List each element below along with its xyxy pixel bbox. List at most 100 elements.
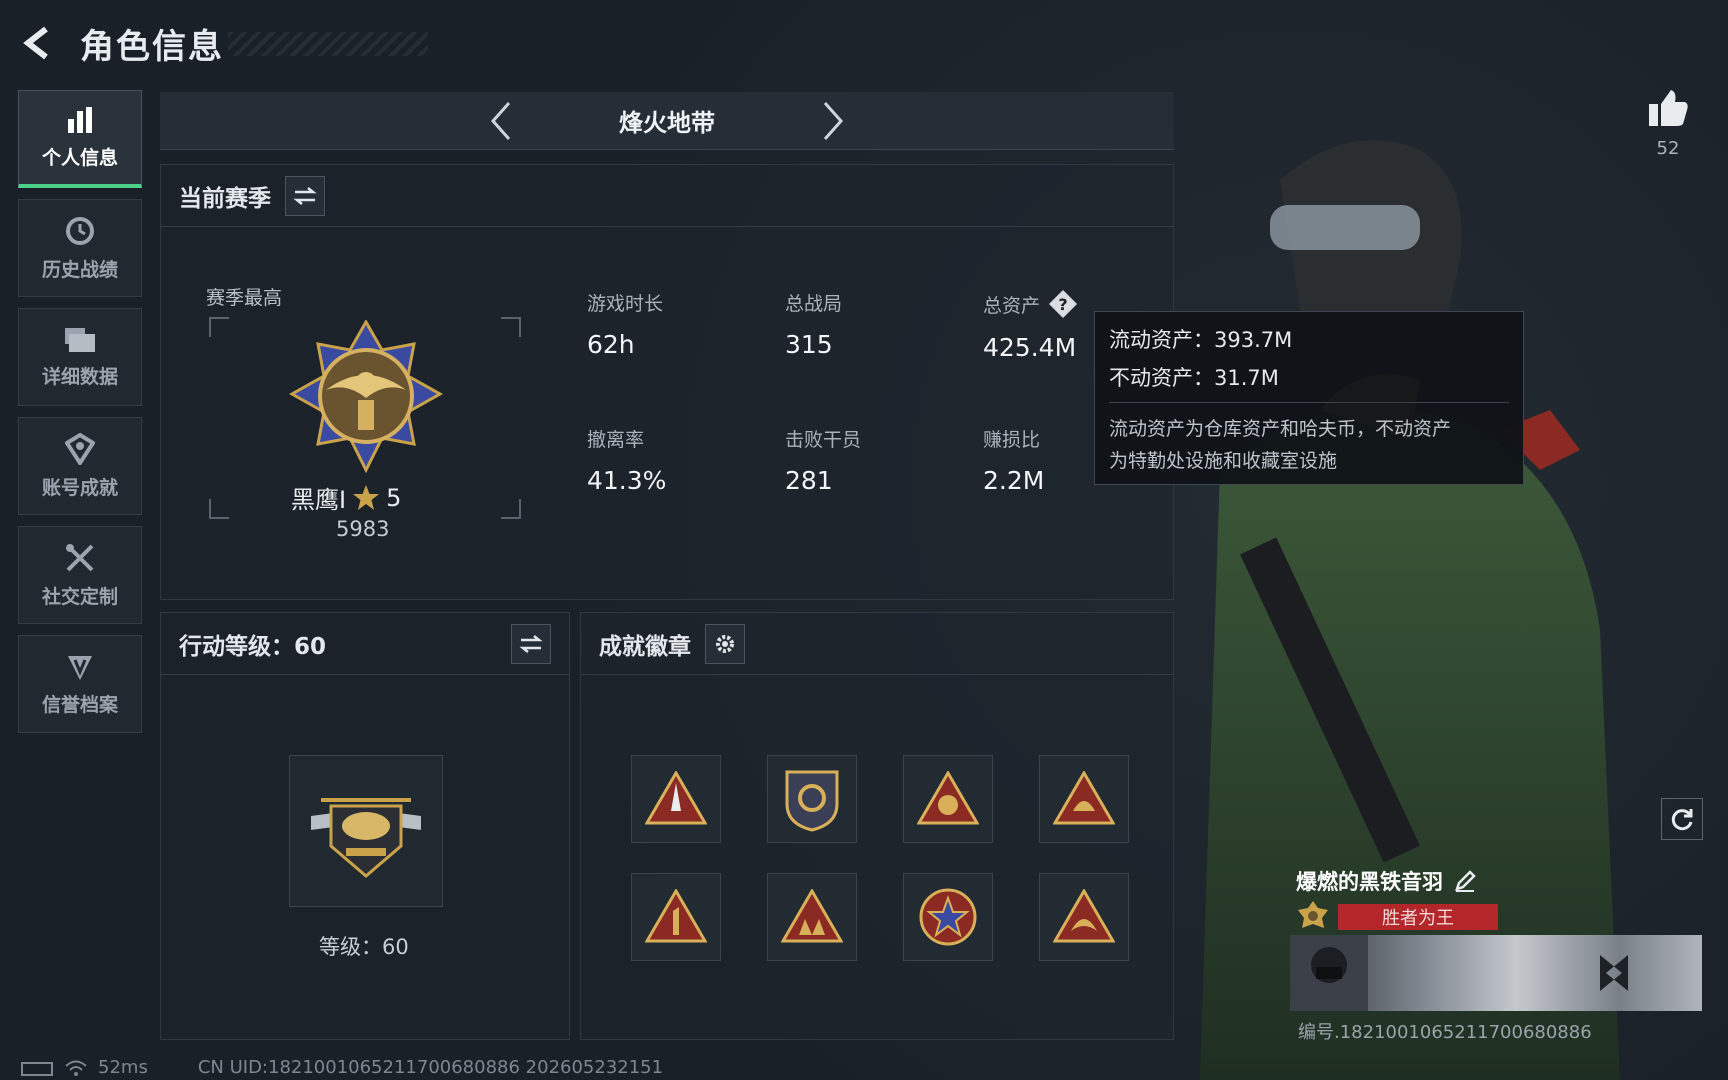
- achievement-icon: [65, 432, 95, 465]
- dragon-badge-icon: [1053, 889, 1115, 943]
- device-icon: [21, 1061, 53, 1076]
- badge-rocket[interactable]: [631, 755, 721, 843]
- badges-settings-button[interactable]: [705, 623, 745, 664]
- nav-item-details[interactable]: 详细数据: [18, 308, 142, 406]
- stat-label: 总资产 ?: [983, 289, 1078, 319]
- tooltip-desc-line1: 流动资产为仓库资产和哈夫币，不动资产: [1109, 418, 1452, 440]
- shield-badge-icon: [785, 770, 839, 832]
- swap-icon: [293, 186, 317, 205]
- switch-season-button[interactable]: [285, 175, 325, 216]
- badge-helmet[interactable]: [1039, 755, 1129, 843]
- ping-text: 52ms: [98, 1057, 148, 1078]
- player-name: 爆燃的黑铁音羽: [1296, 870, 1443, 894]
- help-icon[interactable]: ?: [1048, 289, 1078, 319]
- tooltip-divider: [1109, 402, 1509, 403]
- player-name-row: 爆燃的黑铁音羽: [1296, 866, 1477, 896]
- player-title-row: 胜者为王: [1296, 901, 1498, 932]
- edit-icon[interactable]: [1453, 869, 1477, 893]
- nav-item-label: 社交定制: [41, 585, 118, 608]
- uid-text: CN UID:1821001065211700680886 2026052321…: [197, 1057, 664, 1078]
- stat-value: 41.3%: [587, 466, 667, 495]
- switch-action-button[interactable]: [511, 623, 551, 664]
- nav-item-label: 账号成就: [41, 476, 118, 499]
- stat-extract-rate: 撤离率 41.3%: [587, 425, 666, 495]
- gear-icon: [716, 634, 734, 653]
- nav-item-label: 历史战绩: [41, 258, 118, 281]
- nav-item-credit[interactable]: 信誉档案: [18, 635, 142, 733]
- season-header: 当前赛季: [161, 165, 1173, 227]
- badge-medal[interactable]: [903, 755, 993, 843]
- level-text: 等级：60: [319, 935, 409, 959]
- thumbs-up-icon: [1649, 90, 1688, 126]
- header-decoration: [228, 32, 428, 56]
- stat-label: 赚损比: [983, 429, 1041, 451]
- stat-label-text: 总资产: [983, 294, 1041, 317]
- tools-icon: [66, 543, 94, 571]
- stat-value: 281: [785, 466, 833, 495]
- history-icon: [66, 216, 94, 245]
- like-count: 52: [1656, 138, 1680, 159]
- card-id: 编号.1821001065211700680886: [1298, 1022, 1592, 1043]
- nav-item-label: 详细数据: [41, 365, 118, 388]
- medal-badge-icon: [917, 771, 979, 825]
- mode-selector: 烽火地带: [160, 92, 1174, 150]
- like-button[interactable]: 52: [1640, 88, 1696, 159]
- side-nav: 个人信息 历史战绩 详细数据 账号成就 社交定制 信誉档案: [18, 90, 144, 744]
- rank-name-text: 黑鹰I: [291, 486, 347, 514]
- rotate-model-button[interactable]: [1661, 798, 1703, 840]
- page-header: 角色信息: [18, 18, 428, 68]
- stat-value: 425.4M: [983, 333, 1077, 362]
- action-level-emblem: [289, 755, 443, 907]
- stat-total-assets: 总资产 ? 425.4M: [983, 289, 1078, 362]
- badges-header: 成就徽章: [581, 613, 1173, 675]
- swap-icon: [519, 634, 543, 653]
- stat-label: 击败干员: [785, 429, 862, 451]
- assets-tooltip: 流动资产：393.7M 不动资产：31.7M 流动资产为仓库资产和哈夫币，不动资…: [1094, 311, 1524, 485]
- action-level-header: 行动等级：60: [161, 613, 569, 675]
- helmet-badge-icon: [1053, 771, 1115, 825]
- helicopter-emblem-icon: [311, 798, 421, 878]
- star-icon: [353, 484, 380, 510]
- badges-title: 成就徽章: [599, 633, 691, 660]
- action-level-title: 行动等级：60: [179, 633, 327, 660]
- rocket-badge-icon: [645, 771, 707, 825]
- stat-play-time: 游戏时长 62h: [587, 289, 663, 359]
- back-arrow-icon[interactable]: [18, 23, 58, 63]
- nav-item-label: 信誉档案: [41, 693, 118, 716]
- chevron-left-icon[interactable]: [483, 96, 519, 146]
- badge-shield[interactable]: [767, 755, 857, 843]
- mode-title: 烽火地带: [619, 109, 715, 137]
- stat-value: 2.2M: [983, 466, 1045, 495]
- liquid-assets: 流动资产：393.7M: [1109, 328, 1293, 352]
- badge-dragon[interactable]: [1039, 873, 1129, 961]
- badges-panel: 成就徽章: [580, 612, 1174, 1040]
- credit-icon: [68, 655, 92, 680]
- badge-star-medal[interactable]: [903, 873, 993, 961]
- rank-stars: 5: [386, 483, 402, 512]
- rank-name: 黑鹰I 5: [291, 480, 401, 515]
- chevron-right-icon[interactable]: [815, 96, 851, 146]
- nav-item-history[interactable]: 历史战绩: [18, 199, 142, 297]
- stat-profit-ratio: 赚损比 2.2M: [983, 425, 1044, 495]
- number-one-badge-icon: [645, 889, 707, 943]
- action-level-panel: 行动等级：60 等级：60: [160, 612, 570, 1040]
- bar-chart-icon: [68, 107, 92, 133]
- squad-badge-icon: [781, 889, 843, 943]
- title-badge-icon: [1298, 901, 1328, 928]
- tooltip-desc-line2: 为特勤处设施和收藏室设施: [1109, 450, 1338, 472]
- season-panel: 当前赛季 赛季最高 黑鹰I 5 5983 游戏时长 62h 总战局 315 总资…: [160, 164, 1174, 600]
- badge-number-one[interactable]: [631, 873, 721, 961]
- nav-item-achievements[interactable]: 账号成就: [18, 417, 142, 515]
- fixed-assets: 不动资产：31.7M: [1109, 366, 1279, 390]
- badge-squad[interactable]: [767, 873, 857, 961]
- refresh-icon: [1671, 809, 1693, 831]
- stat-total-matches: 总战局 315: [785, 289, 842, 359]
- stat-value: 315: [785, 330, 833, 359]
- stat-label: 撤离率: [587, 429, 645, 451]
- stat-label: 游戏时长: [587, 293, 664, 315]
- rank-emblem-icon: [286, 318, 446, 479]
- nav-item-personal-info[interactable]: 个人信息: [18, 90, 142, 188]
- nav-item-social[interactable]: 社交定制: [18, 526, 142, 624]
- nav-item-label: 个人信息: [41, 147, 118, 169]
- star-medal-badge-icon: [919, 888, 977, 946]
